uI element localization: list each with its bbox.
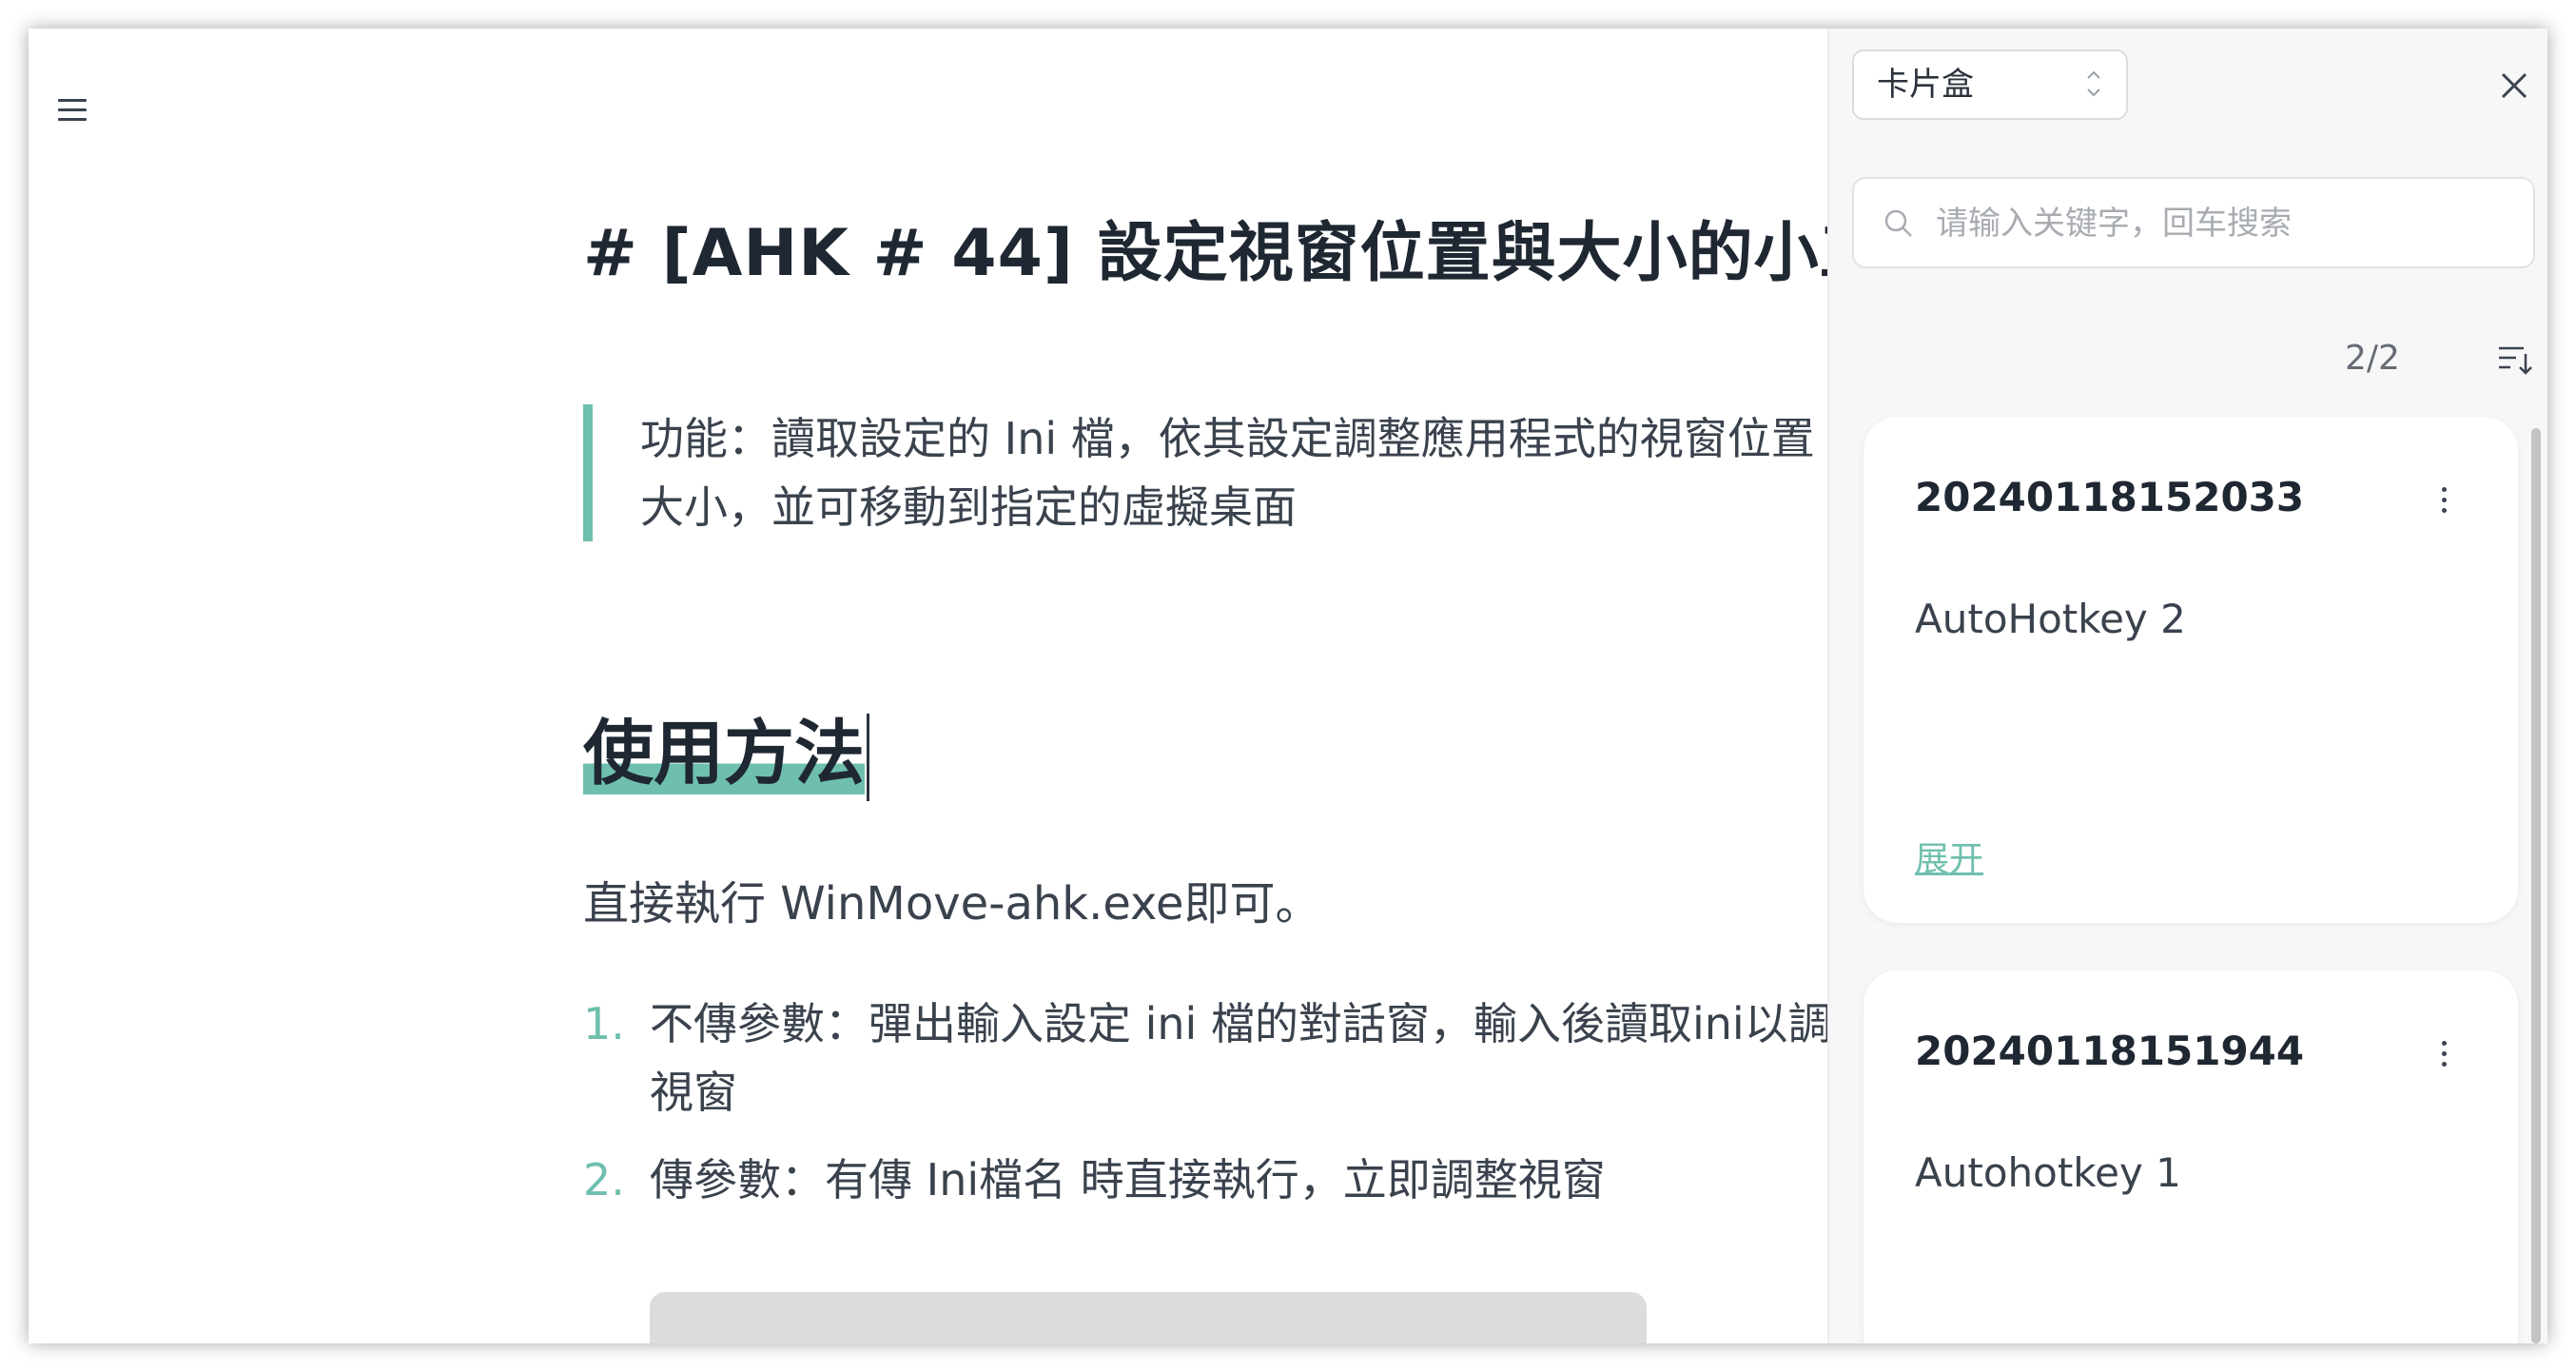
- code-block[interactable]: winmove-ahk winset1.ini: [650, 1292, 1647, 1343]
- card-title: 20240118151944: [1915, 1028, 2305, 1074]
- list-number: 1.: [583, 998, 625, 1049]
- card-item[interactable]: 20240118151944 Autohotkey 1: [1864, 970, 2518, 1343]
- card-body: AutoHotkey 2: [1915, 596, 2186, 642]
- blockquote-line: 大小，並可移動到指定的虛擬桌面: [640, 481, 1297, 533]
- collection-select[interactable]: 卡片盒: [1852, 49, 2128, 120]
- ordered-list: 1. 不傳參數：彈出輸入設定 ini 檔的對話窗，輸入後讀取ini以調整 視窗 …: [583, 990, 1827, 1233]
- blockquote-line: 功能：讀取設定的 Ini 檔，依其設定調整應用程式的視窗位置: [640, 413, 1815, 464]
- list-item[interactable]: 2. 傳參數：有傳 Ini檔名 時直接執行，立即調整視窗: [583, 1146, 1827, 1214]
- collection-select-value: 卡片盒: [1877, 66, 1974, 104]
- more-vertical-icon[interactable]: [2432, 1035, 2455, 1073]
- paragraph[interactable]: 直接執行 WinMove-ahk.exe即可。: [583, 866, 1321, 932]
- chevron-up-down-icon: [2087, 70, 2100, 97]
- hamburger-menu-icon[interactable]: [55, 93, 89, 127]
- highlighted-heading-text: 使用方法: [583, 713, 865, 794]
- panel-scrollbar[interactable]: [2531, 428, 2541, 1343]
- list-number: 2.: [583, 1154, 625, 1205]
- card-title: 20240118152033: [1915, 474, 2305, 520]
- document-title[interactable]: # [AHK # 44] 設定視窗位置與大小的小工具: [583, 200, 1827, 294]
- search-box[interactable]: [1852, 177, 2535, 268]
- card-box-panel: 卡片盒 2/2 20240118152033: [1827, 29, 2547, 1343]
- list-item[interactable]: 1. 不傳參數：彈出輸入設定 ini 檔的對話窗，輸入後讀取ini以調整 視窗: [583, 990, 1827, 1127]
- list-item-line: 傳參數：有傳 Ini檔名 時直接執行，立即調整視窗: [650, 1154, 1606, 1205]
- card-body: Autohotkey 1: [1915, 1149, 2181, 1196]
- app-window: # [AHK # 44] 設定視窗位置與大小的小工具 功能：讀取設定的 Ini …: [29, 29, 2547, 1343]
- editor-pane: # [AHK # 44] 設定視窗位置與大小的小工具 功能：讀取設定的 Ini …: [29, 29, 1827, 1343]
- section-heading[interactable]: 使用方法: [583, 706, 869, 802]
- list-item-line: 視窗: [650, 1067, 737, 1118]
- search-input[interactable]: [1934, 192, 2508, 255]
- card-item[interactable]: 20240118152033 AutoHotkey 2 展开: [1864, 417, 2518, 923]
- sort-icon[interactable]: [2495, 343, 2533, 377]
- result-count: 2/2: [2345, 339, 2400, 378]
- close-icon[interactable]: [2495, 67, 2533, 105]
- more-vertical-icon[interactable]: [2432, 481, 2455, 519]
- list-item-line: 不傳參數：彈出輸入設定 ini 檔的對話窗，輸入後讀取ini以調整: [650, 998, 1827, 1049]
- search-icon: [1884, 209, 1912, 237]
- text-caret: [867, 714, 869, 802]
- expand-link[interactable]: 展开: [1915, 832, 1983, 881]
- blockquote[interactable]: 功能：讀取設定的 Ini 檔，依其設定調整應用程式的視窗位置 大小，並可移動到指…: [583, 404, 1827, 541]
